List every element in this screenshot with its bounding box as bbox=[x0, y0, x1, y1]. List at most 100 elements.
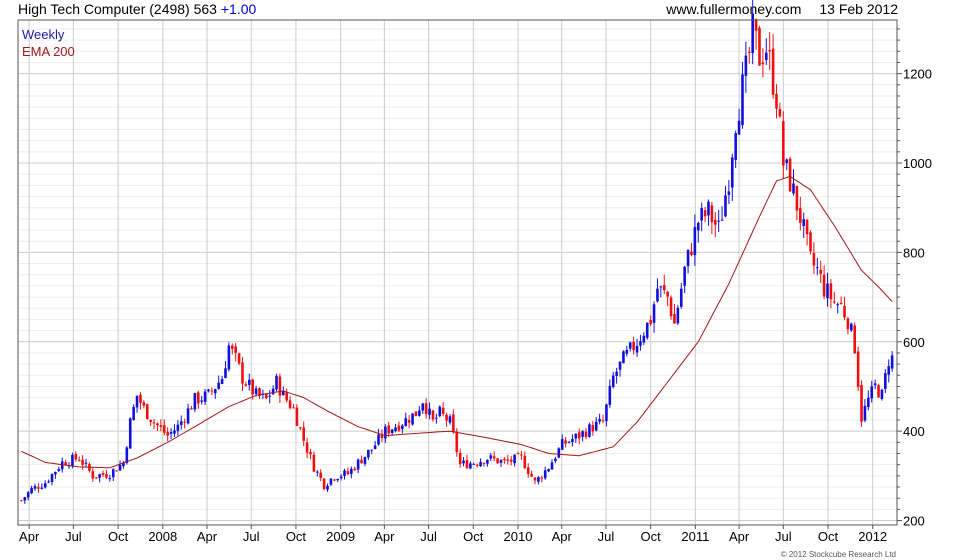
candle-up bbox=[792, 183, 795, 194]
candle-up bbox=[608, 385, 612, 405]
candle-up bbox=[438, 406, 442, 417]
candle-up bbox=[642, 335, 646, 343]
candle-down bbox=[299, 427, 302, 429]
candle-up bbox=[615, 371, 618, 376]
candle-down bbox=[526, 467, 530, 474]
candle-up bbox=[200, 400, 203, 402]
candle-down bbox=[74, 453, 78, 460]
candle-up bbox=[734, 133, 737, 160]
candle-up bbox=[71, 454, 74, 466]
candle-up bbox=[356, 459, 360, 470]
candle-down bbox=[846, 318, 850, 330]
candle-down bbox=[397, 425, 401, 431]
candle-down bbox=[843, 305, 846, 318]
candle-up bbox=[128, 418, 132, 449]
ema-200-line bbox=[21, 175, 893, 469]
candle-down bbox=[292, 407, 295, 409]
candle-up bbox=[186, 408, 190, 424]
candle-up bbox=[125, 447, 129, 463]
candle-up bbox=[111, 469, 115, 478]
candle-down bbox=[591, 425, 595, 432]
candle-down bbox=[601, 420, 605, 422]
candle-down bbox=[778, 109, 782, 117]
chart-legend: Weekly EMA 200 bbox=[22, 27, 75, 59]
candle-down bbox=[662, 284, 666, 291]
x-tick-label: Apr bbox=[19, 529, 40, 544]
candle-down bbox=[833, 301, 836, 303]
candle-up bbox=[254, 388, 258, 394]
candle-down bbox=[809, 232, 812, 252]
candle-down bbox=[322, 478, 326, 490]
candle-down bbox=[162, 425, 166, 433]
candle-down bbox=[452, 414, 455, 433]
candle-up bbox=[30, 487, 33, 494]
candle-down bbox=[669, 297, 673, 317]
candle-down bbox=[747, 51, 751, 53]
candle-up bbox=[193, 393, 197, 410]
candle-down bbox=[210, 390, 214, 392]
candle-up bbox=[802, 219, 806, 226]
candle-down bbox=[278, 376, 282, 396]
candle-up bbox=[850, 323, 853, 331]
candle-up bbox=[462, 460, 465, 464]
candle-down bbox=[302, 427, 306, 441]
candle-down bbox=[540, 477, 544, 479]
candle-up bbox=[659, 286, 663, 288]
candle-up bbox=[132, 407, 135, 420]
candle-up bbox=[720, 219, 724, 221]
candle-down bbox=[319, 472, 323, 478]
y-axis: 200 400 600 800 1000 1200 bbox=[897, 28, 932, 529]
candle-up bbox=[435, 417, 438, 419]
candle-up bbox=[513, 454, 516, 464]
candle-down bbox=[455, 431, 459, 453]
x-tick-label: Jul bbox=[775, 529, 792, 544]
candle-down bbox=[166, 432, 169, 436]
candle-up bbox=[401, 425, 404, 429]
candle-down bbox=[234, 346, 237, 353]
candle-up bbox=[863, 405, 867, 421]
candle-up bbox=[618, 361, 622, 370]
candle-down bbox=[101, 473, 105, 475]
x-tick-label: Oct bbox=[463, 529, 484, 544]
x-tick-label: Oct bbox=[641, 529, 662, 544]
x-tick-label: Apr bbox=[374, 529, 395, 544]
candle-up bbox=[23, 497, 27, 501]
candle-up bbox=[418, 410, 421, 416]
candle-down bbox=[285, 392, 289, 401]
candle-down bbox=[781, 121, 785, 166]
candle-up bbox=[744, 55, 748, 76]
candle-up bbox=[686, 249, 690, 267]
candle-up bbox=[169, 432, 173, 434]
candle-up bbox=[764, 52, 768, 61]
candle-up bbox=[47, 481, 50, 483]
candle-down bbox=[822, 274, 826, 297]
candle-up bbox=[213, 389, 217, 394]
candle-up bbox=[98, 474, 101, 478]
candle-up bbox=[271, 388, 275, 395]
candle-up bbox=[43, 483, 47, 488]
x-tick-label: 2010 bbox=[504, 529, 533, 544]
candle-up bbox=[870, 386, 874, 399]
candle-up bbox=[411, 413, 414, 425]
candle-up bbox=[724, 195, 727, 217]
candle-up bbox=[887, 366, 891, 375]
candle-up bbox=[639, 341, 642, 346]
candle-down bbox=[77, 460, 81, 462]
candle-down bbox=[713, 219, 717, 225]
candle-up bbox=[598, 419, 601, 422]
candle-down bbox=[649, 319, 652, 325]
candle-up bbox=[50, 474, 54, 482]
candle-up bbox=[594, 421, 598, 431]
candle-down bbox=[244, 384, 248, 386]
x-tick-label: 2011 bbox=[681, 529, 709, 544]
candle-down bbox=[666, 291, 669, 297]
x-tick-label: Apr bbox=[552, 529, 573, 544]
candle-up bbox=[537, 477, 540, 482]
candle-down bbox=[530, 473, 533, 477]
x-tick-label: Oct bbox=[286, 529, 307, 544]
candle-up bbox=[370, 449, 374, 451]
candle-down bbox=[853, 325, 857, 354]
candle-up bbox=[693, 227, 697, 255]
candle-up bbox=[679, 288, 683, 307]
candle-down bbox=[237, 353, 241, 364]
